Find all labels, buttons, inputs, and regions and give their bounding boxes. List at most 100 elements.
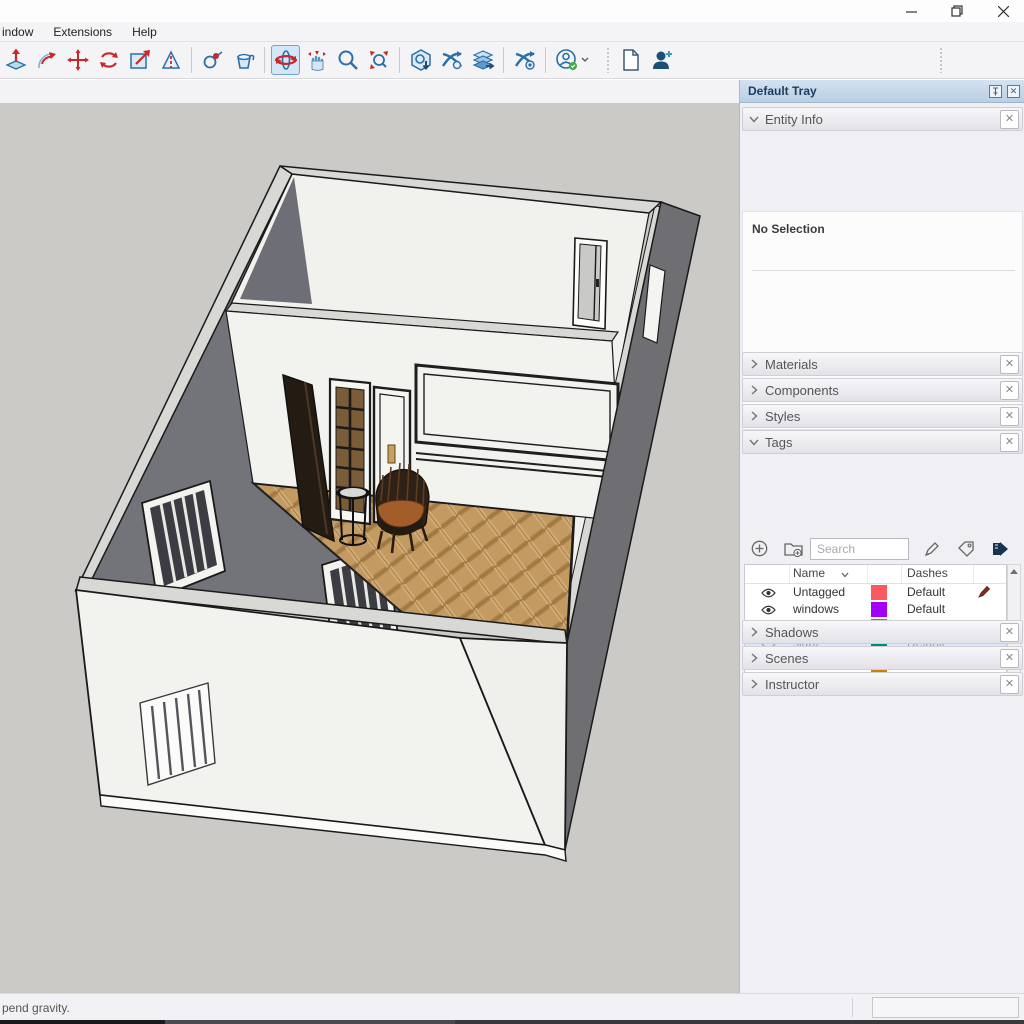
panel-title: Instructor [765,677,1000,692]
rotate-icon[interactable] [94,45,123,75]
chevron-right-icon [743,626,765,638]
offset-icon[interactable] [156,45,185,75]
toolbar-grip[interactable] [939,47,944,73]
divider [852,998,853,1017]
tray-close-icon[interactable]: ✕ [1007,85,1020,98]
window-bottom-edge [0,1020,1024,1024]
tag-row-untagged[interactable]: Untagged Default [745,584,1006,601]
chevron-right-icon [743,384,765,396]
tag-dashes[interactable]: Default [907,585,945,599]
pin-icon[interactable] [989,85,1002,98]
panel-header-components[interactable]: Components ✕ [742,378,1023,402]
visibility-eye-icon[interactable] [761,587,776,601]
tag-name: Untagged [793,585,845,599]
close-icon[interactable]: ✕ [1000,649,1019,668]
paint-bucket-icon[interactable] [229,45,258,75]
menu-item-window[interactable]: indow [0,22,43,42]
side-table[interactable] [336,487,370,546]
add-collaborator-icon[interactable] [647,45,676,75]
edit-pencil-icon[interactable] [915,540,949,558]
panel-header-materials[interactable]: Materials ✕ [742,352,1023,376]
panel-header-scenes[interactable]: Scenes ✕ [742,646,1023,670]
scale-icon[interactable] [125,45,154,75]
new-file-icon[interactable] [616,45,645,75]
close-icon[interactable]: ✕ [1000,623,1019,642]
close-icon[interactable]: ✕ [1000,110,1019,129]
panel-title: Scenes [765,651,1000,666]
account-icon[interactable] [552,45,581,75]
pan-icon[interactable] [302,45,331,75]
toolbar-separator [399,47,400,73]
panel-header-entity-info[interactable]: Entity Info ✕ [742,107,1023,131]
close-icon[interactable]: ✕ [1000,355,1019,374]
active-pencil-icon [977,585,991,602]
panel-title: Entity Info [765,112,1000,127]
tray-title: Default Tray [740,84,989,98]
extension-tool-a-icon[interactable] [437,45,466,75]
close-icon[interactable]: ✕ [1000,675,1019,694]
main-area: Default Tray ✕ Entity Info ✕ No Selectio… [0,80,1024,993]
close-icon[interactable]: ✕ [1000,407,1019,426]
far-room-window[interactable] [573,238,607,329]
room-3d-model[interactable] [0,103,739,993]
orbit-icon[interactable] [271,45,300,75]
layers-stack-icon[interactable] [468,45,497,75]
add-tag-folder-icon[interactable] [776,541,810,557]
add-tag-icon[interactable] [742,540,776,557]
toolbar-grip[interactable] [606,47,611,73]
push-pull-icon[interactable] [1,45,30,75]
column-header-name[interactable]: Name [793,566,825,580]
extension-tool-b-icon[interactable] [510,45,539,75]
zoom-extents-icon[interactable] [364,45,393,75]
column-sort-chevron-icon[interactable] [840,569,850,583]
window-titlebar [0,0,1024,22]
chevron-right-icon [743,410,765,422]
tag-row-windows[interactable]: windows Default [745,601,1006,618]
viewport-dock-strip [0,80,739,993]
tray-header[interactable]: Default Tray ✕ [740,80,1024,103]
tag-dashes[interactable]: Default [907,602,945,616]
toolbar-separator [264,47,265,73]
move-icon[interactable] [63,45,92,75]
tags-table-header[interactable]: Name Dashes [745,565,1006,584]
panel-header-instructor[interactable]: Instructor ✕ [742,672,1023,696]
status-hint-text: pend gravity. [2,1001,70,1015]
entity-info-message: No Selection [743,212,1022,236]
panel-header-tags[interactable]: Tags ✕ [742,430,1023,454]
column-header-dashes[interactable]: Dashes [907,566,948,580]
scroll-up-icon[interactable] [1008,565,1020,578]
default-tray: Default Tray ✕ Entity Info ✕ No Selectio… [739,80,1024,993]
extension-warehouse-icon[interactable] [406,45,435,75]
panel-title: Materials [765,357,1000,372]
close-icon[interactable]: ✕ [1000,381,1019,400]
glass-door[interactable] [330,379,370,524]
follow-me-icon[interactable] [32,45,61,75]
account-dropdown-icon[interactable] [580,51,590,69]
tag-color-chip[interactable] [871,602,887,617]
tape-measure-icon[interactable] [198,45,227,75]
chevron-down-icon [743,436,765,448]
menu-bar: indow Extensions Help [0,22,1024,42]
panel-header-shadows[interactable]: Shadows ✕ [742,620,1023,644]
tag-icon[interactable] [949,540,983,558]
visibility-eye-icon[interactable] [761,604,776,618]
menu-item-help[interactable]: Help [122,22,167,42]
zoom-icon[interactable] [333,45,362,75]
divider [752,270,1015,271]
close-icon[interactable] [986,0,1020,22]
minimize-icon[interactable] [894,0,928,22]
tag-color-chip[interactable] [871,585,887,600]
panel-header-styles[interactable]: Styles ✕ [742,404,1023,428]
toolbar [0,42,1024,79]
measurements-input[interactable] [872,997,1019,1018]
panel-title: Tags [765,435,1000,450]
close-icon[interactable]: ✕ [1000,433,1019,452]
tag-search-input[interactable] [810,538,909,560]
tag-details-icon[interactable] [983,541,1017,557]
menu-item-extensions[interactable]: Extensions [43,22,122,42]
panel-title: Shadows [765,625,1000,640]
chevron-right-icon [743,678,765,690]
panel-title: Components [765,383,1000,398]
model-viewport[interactable] [0,103,739,993]
restore-icon[interactable] [940,0,974,22]
